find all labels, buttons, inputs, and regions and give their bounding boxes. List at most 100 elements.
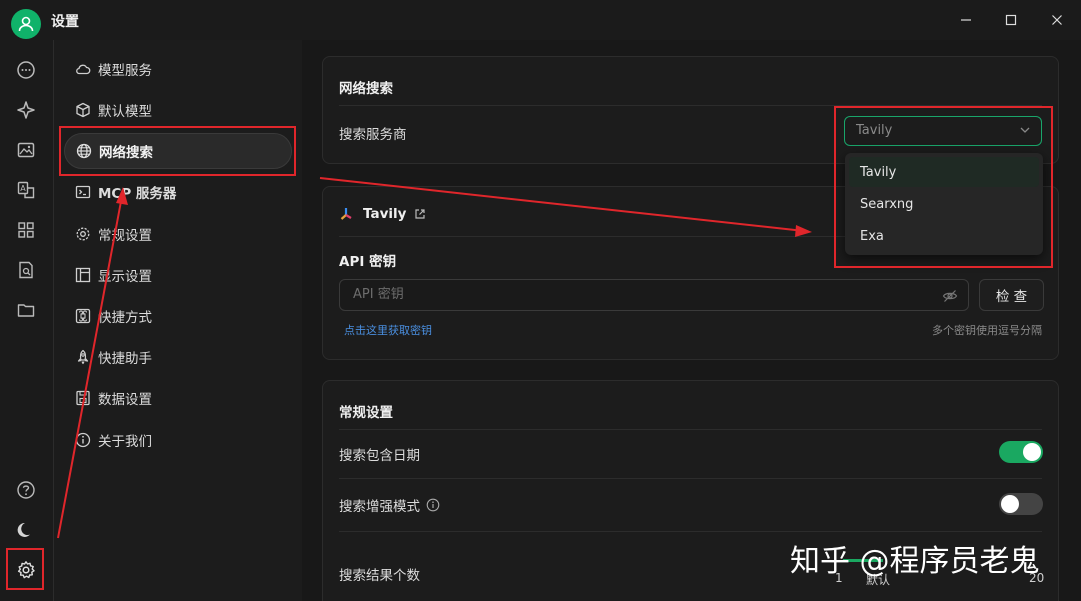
maximize-button[interactable] [999, 10, 1023, 30]
card-title: 网络搜索 [339, 81, 393, 97]
settings-nav: 模型服务 默认模型 网络搜索 MCP 服务器 常规设置 显示设置 快捷方式 快捷… [53, 40, 303, 601]
close-icon [1052, 15, 1062, 25]
provider-option-tavily[interactable]: Tavily [849, 157, 1039, 187]
sparkle-icon [17, 101, 35, 119]
nav-item-shortcuts[interactable]: 快捷方式 [64, 298, 292, 334]
option-label: Searxng [860, 196, 914, 212]
chevron-down-icon [1020, 127, 1030, 133]
api-key-input[interactable] [351, 286, 925, 303]
chat-bubble-icon [17, 61, 35, 79]
nav-item-model-service[interactable]: 模型服务 [64, 51, 292, 87]
divider [339, 429, 1042, 430]
provider-select-value: Tavily [856, 123, 893, 138]
provider-option-exa[interactable]: Exa [849, 221, 1039, 251]
globe-icon [75, 142, 93, 160]
close-button[interactable] [1045, 10, 1069, 30]
nav-item-label: 网络搜索 [99, 145, 153, 161]
app-sidebar: A [0, 40, 53, 601]
nav-item-mcp-server[interactable]: MCP 服务器 [64, 174, 292, 210]
minimize-button[interactable] [954, 10, 978, 30]
divider [339, 531, 1042, 532]
command-key-icon [74, 307, 92, 325]
nav-item-quick-assistant[interactable]: 快捷助手 [64, 339, 292, 375]
cube-icon [74, 101, 92, 119]
nav-item-label: 默认模型 [98, 104, 152, 120]
theme-toggle-button[interactable] [13, 517, 39, 543]
nav-item-label: MCP 服务器 [98, 186, 177, 202]
result-count-label: 搜索结果个数 [339, 568, 420, 584]
document-search-icon [19, 261, 33, 279]
nav-item-label: 常规设置 [98, 228, 152, 244]
provider-header: Tavily [339, 206, 426, 222]
card-title: 常规设置 [339, 405, 393, 421]
nav-item-web-search[interactable]: 网络搜索 [64, 133, 292, 169]
title-bar: 设置 [0, 0, 1081, 40]
include-date-label: 搜索包含日期 [339, 448, 420, 464]
tavily-logo-icon [340, 208, 352, 220]
agents-button[interactable] [13, 97, 39, 123]
nav-item-label: 数据设置 [98, 392, 152, 408]
user-icon [18, 16, 34, 32]
provider-select[interactable]: Tavily [844, 116, 1042, 146]
grid-icon [18, 222, 34, 238]
nav-item-display[interactable]: 显示设置 [64, 257, 292, 293]
help-icon [17, 481, 35, 499]
chat-button[interactable] [13, 57, 39, 83]
rocket-icon [74, 348, 92, 366]
help-button[interactable] [13, 477, 39, 503]
enhanced-mode-toggle[interactable] [999, 493, 1043, 515]
database-icon [74, 389, 92, 407]
toggle-knob [1001, 495, 1019, 513]
divider [339, 105, 1042, 106]
nav-item-label: 显示设置 [98, 269, 152, 285]
files-button[interactable] [13, 297, 39, 323]
layout-icon [74, 266, 92, 284]
moon-icon [17, 522, 30, 537]
provider-name: Tavily [363, 206, 407, 222]
folder-icon [17, 304, 35, 317]
nav-item-label: 快捷助手 [98, 351, 152, 367]
eye-off-icon[interactable] [942, 288, 958, 304]
get-key-link[interactable]: 点击这里获取密钥 [344, 322, 432, 338]
apps-button[interactable] [13, 217, 39, 243]
api-key-label: API 密钥 [339, 254, 397, 270]
terminal-icon [74, 183, 92, 201]
knowledge-button[interactable] [13, 257, 39, 283]
enhanced-mode-label: 搜索增强模式 [339, 499, 420, 515]
enhanced-mode-row: 搜索增强模式 [339, 495, 440, 515]
api-key-hint: 多个密钥使用逗号分隔 [932, 324, 1042, 337]
nav-item-label: 快捷方式 [98, 310, 152, 326]
nav-item-default-model[interactable]: 默认模型 [64, 92, 292, 128]
paintings-button[interactable] [13, 137, 39, 163]
nav-item-label: 模型服务 [98, 63, 152, 79]
watermark: 知乎 @程序员老鬼 [790, 544, 1040, 579]
translate-button[interactable]: A [13, 177, 39, 203]
web-search-card: 网络搜索 搜索服务商 Tavily [322, 56, 1059, 164]
include-date-toggle[interactable] [999, 441, 1043, 463]
gear-icon [74, 225, 92, 243]
provider-dropdown: Tavily Searxng Exa [845, 153, 1043, 255]
settings-button[interactable] [13, 557, 39, 583]
info-icon [74, 431, 92, 449]
provider-option-searxng[interactable]: Searxng [849, 189, 1039, 219]
nav-item-data[interactable]: 数据设置 [64, 380, 292, 416]
provider-label: 搜索服务商 [339, 127, 407, 143]
user-avatar[interactable] [11, 9, 41, 39]
nav-item-about[interactable]: 关于我们 [64, 422, 292, 458]
option-label: Exa [860, 228, 884, 244]
settings-content: 网络搜索 搜索服务商 Tavily Tavily API 密钥 检 查 点击这里… [302, 40, 1081, 601]
window-title: 设置 [51, 14, 79, 30]
nav-item-general[interactable]: 常规设置 [64, 216, 292, 252]
option-label: Tavily [860, 164, 897, 180]
divider [339, 478, 1042, 479]
external-link-icon[interactable] [414, 208, 426, 220]
nav-item-label: 关于我们 [98, 434, 152, 450]
info-icon[interactable] [426, 498, 440, 512]
translate-icon: A [17, 181, 35, 199]
minimize-icon [961, 19, 971, 21]
svg-text:A: A [20, 184, 26, 193]
maximize-icon [1005, 14, 1017, 26]
api-key-field[interactable] [339, 279, 969, 311]
check-button[interactable]: 检 查 [979, 279, 1044, 311]
gear-icon [17, 561, 35, 579]
